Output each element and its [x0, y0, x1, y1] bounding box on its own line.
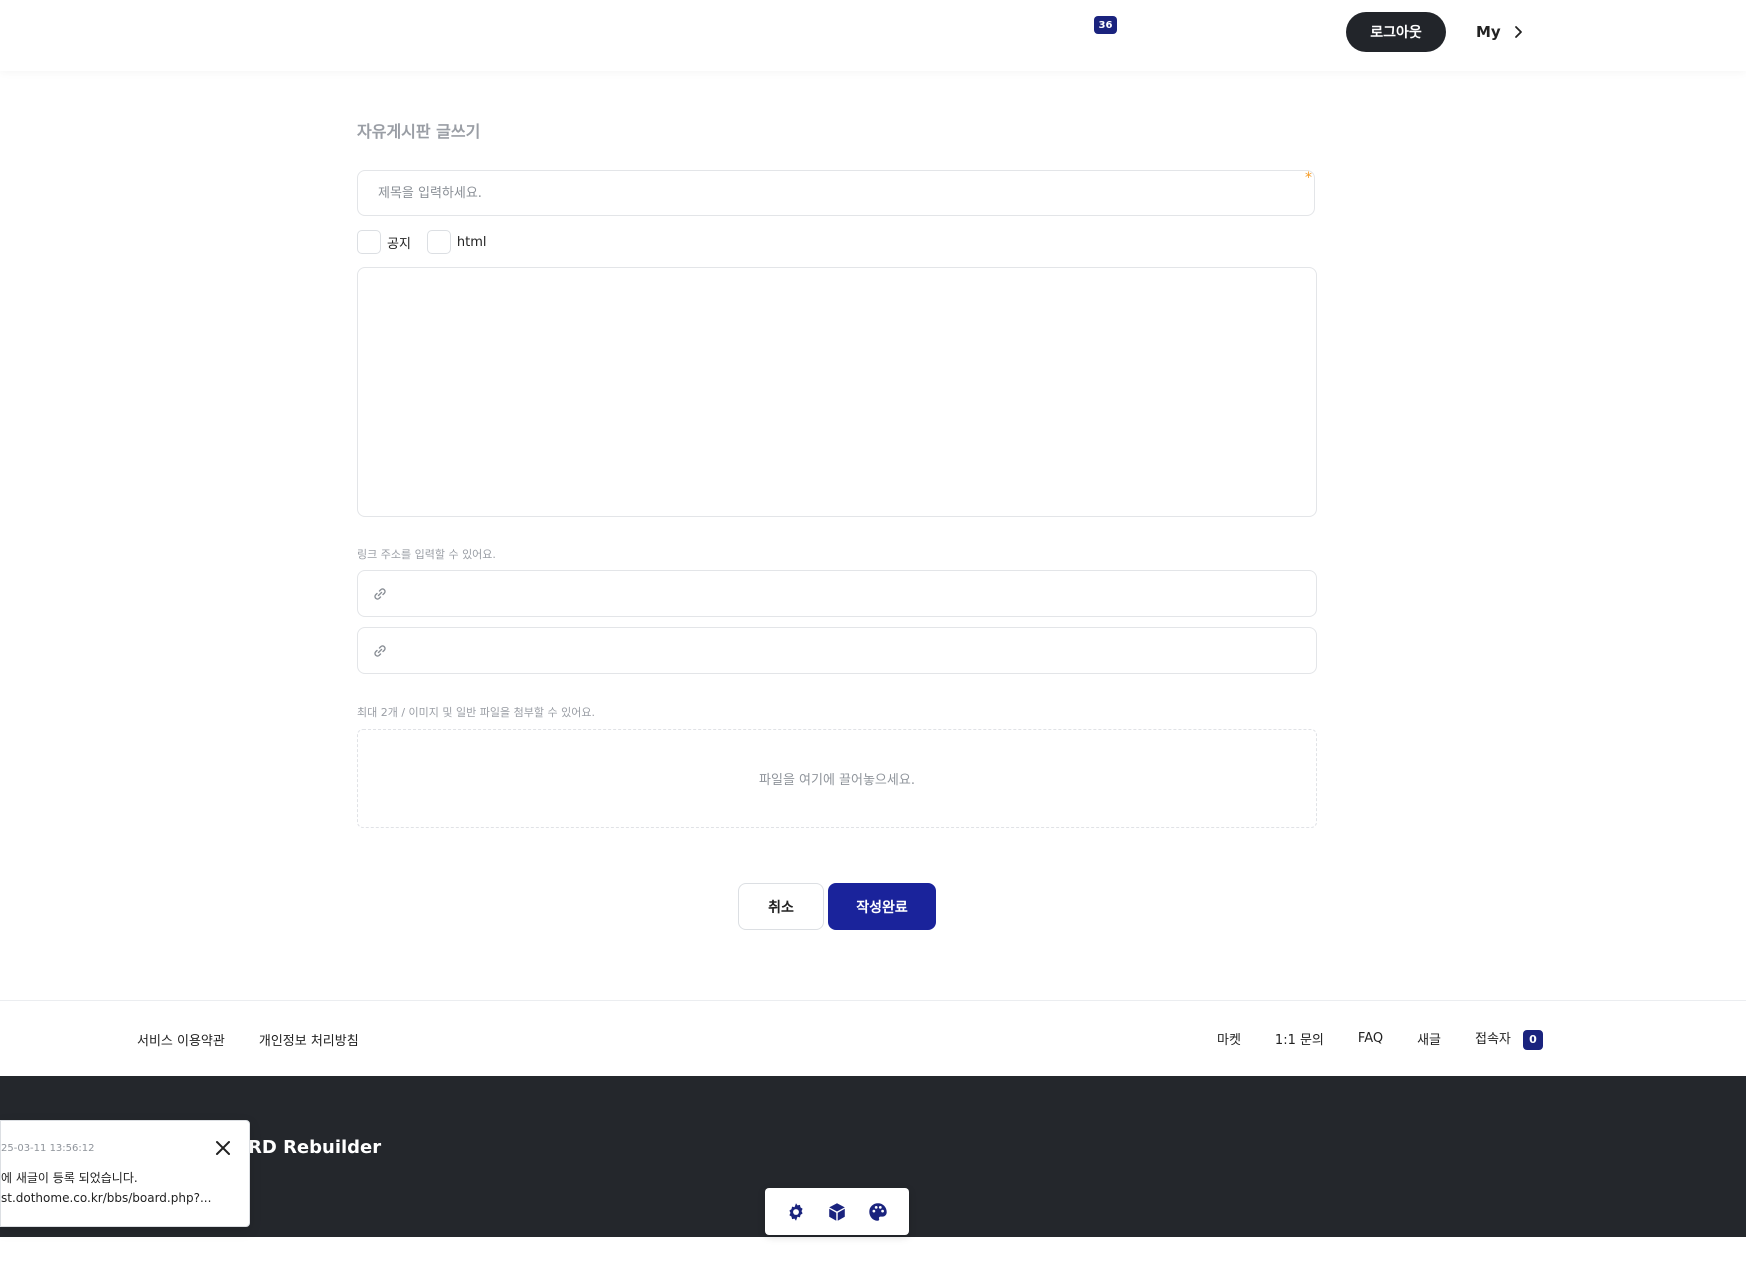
palette-icon[interactable]: [867, 1201, 889, 1223]
chevron-right-icon: [1514, 26, 1522, 38]
html-checkbox-label[interactable]: html: [457, 235, 487, 250]
dropzone-text: 파일을 여기에 끌어놓으세요.: [759, 773, 915, 788]
footer-policy-links: 서비스 이용약관 개인정보 처리방침: [137, 1030, 359, 1049]
link-hint: 링크 주소를 입력할 수 있어요.: [357, 548, 496, 561]
faq-link[interactable]: FAQ: [1358, 1031, 1383, 1046]
link-icon: [374, 645, 386, 657]
html-checkbox[interactable]: [426, 230, 451, 254]
inquiry-link[interactable]: 1:1 문의: [1275, 1029, 1324, 1048]
my-label: My: [1476, 23, 1501, 41]
market-link[interactable]: 마켓: [1217, 1029, 1241, 1048]
title-input[interactable]: [357, 170, 1315, 216]
logout-button[interactable]: 로그아웃: [1346, 12, 1446, 52]
gear-icon[interactable]: [785, 1201, 807, 1223]
content-editor[interactable]: [357, 267, 1317, 517]
link-icon: [374, 588, 386, 600]
close-icon[interactable]: [214, 1139, 232, 1157]
toast-message: 에 새글이 등록 되었습니다. st.dothome.co.kr/bbs/boa…: [1, 1168, 211, 1208]
submit-button[interactable]: 작성완료: [828, 883, 936, 930]
new-posts-link[interactable]: 새글: [1417, 1029, 1441, 1048]
footer-divider: [0, 1000, 1746, 1001]
toast-message-line1: 에 새글이 등록 되었습니다.: [1, 1171, 138, 1185]
visitors-label: 접속자: [1475, 1032, 1511, 1047]
notification-badge[interactable]: 36: [1094, 16, 1117, 34]
terms-link[interactable]: 서비스 이용약관: [137, 1030, 225, 1049]
visitors-link[interactable]: 접속자 0: [1475, 1028, 1543, 1050]
option-checkboxes: 공지 html: [357, 230, 503, 254]
notification-toast[interactable]: 25-03-11 13:56:12 에 새글이 등록 되었습니다. st.dot…: [0, 1120, 250, 1227]
link-input-2[interactable]: [357, 627, 1317, 674]
notice-checkbox[interactable]: [357, 230, 381, 254]
floating-toolbar: [765, 1188, 909, 1235]
toast-message-line2: st.dothome.co.kr/bbs/board.php?...: [1, 1191, 212, 1205]
toast-time: 25-03-11 13:56:12: [1, 1143, 95, 1154]
cube-icon[interactable]: [826, 1201, 848, 1223]
link-input-1[interactable]: [357, 570, 1317, 617]
header: 36 로그아웃 My: [0, 0, 1746, 71]
cancel-button[interactable]: 취소: [738, 883, 824, 930]
required-mark: *: [1305, 170, 1312, 186]
visitor-count-badge: 0: [1522, 1029, 1543, 1050]
file-dropzone[interactable]: 파일을 여기에 끌어놓으세요.: [357, 729, 1317, 828]
privacy-link[interactable]: 개인정보 처리방침: [259, 1030, 359, 1049]
notice-checkbox-label[interactable]: 공지: [387, 233, 411, 252]
footer-nav-links: 마켓 1:1 문의 FAQ 새글 접속자 0: [1217, 1028, 1543, 1050]
file-hint: 최대 2개 / 이미지 및 일반 파일을 첨부할 수 있어요.: [357, 706, 595, 719]
page-title: 자유게시판 글쓰기: [357, 122, 481, 141]
footer-brand: RD Rebuilder: [248, 1137, 382, 1158]
my-page-link[interactable]: My: [1476, 20, 1525, 44]
